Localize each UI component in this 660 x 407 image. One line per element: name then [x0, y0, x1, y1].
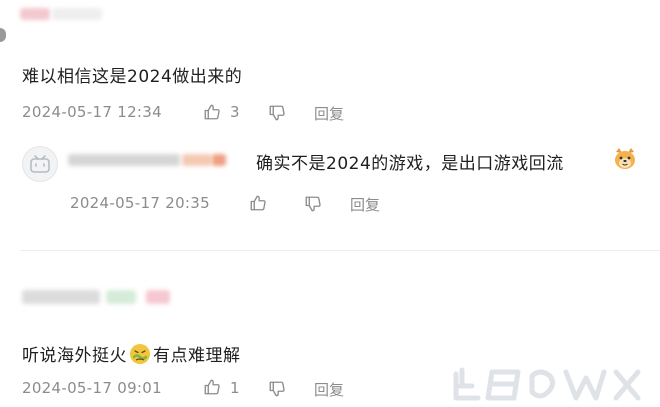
- like-count: 1: [230, 379, 240, 397]
- reply-avatar[interactable]: [22, 146, 58, 182]
- comment-timestamp: 2024-05-17 12:34: [22, 103, 162, 121]
- username-blurred: [146, 290, 170, 304]
- thumbs-up-icon[interactable]: [249, 194, 267, 212]
- thumbs-up-icon[interactable]: [203, 103, 221, 121]
- thumbs-down-icon[interactable]: [268, 380, 286, 398]
- username-blurred: [22, 290, 100, 304]
- reply-username-blurred: [68, 154, 180, 166]
- comment-text: 难以相信这是2024做出来的: [22, 67, 243, 87]
- thumbs-down-icon[interactable]: [268, 104, 286, 122]
- reply-timestamp: 2024-05-17 20:35: [70, 194, 210, 212]
- comment-text: 听说海外挺火 有点难理解: [22, 341, 241, 366]
- username-blurred: [20, 8, 50, 20]
- reply-username-blurred: [212, 154, 226, 166]
- divider: [20, 250, 660, 251]
- username-blurred: [106, 290, 136, 304]
- reply-button[interactable]: 回复: [314, 103, 344, 124]
- reply-button[interactable]: 回复: [314, 379, 344, 400]
- bilibili-tv-avatar: [30, 155, 50, 173]
- reply-button[interactable]: 回复: [350, 194, 380, 215]
- thumbs-down-icon[interactable]: [304, 195, 322, 213]
- sick-face-emoji: [129, 343, 151, 365]
- watermark-logo: [448, 364, 648, 404]
- avatar-partial: [0, 28, 6, 42]
- comment-timestamp: 2024-05-17 09:01: [22, 379, 162, 397]
- dog-face-emoji: [612, 146, 638, 172]
- reply-username-blurred: [182, 154, 212, 166]
- thumbs-up-icon[interactable]: [203, 378, 221, 396]
- reply-text: 确实不是2024的游戏，是出口游戏回流: [256, 154, 564, 174]
- comment-text-part: 有点难理解: [153, 346, 241, 366]
- comment-text-part: 听说海外挺火: [22, 346, 127, 366]
- like-count: 3: [230, 103, 240, 121]
- username-blurred: [52, 8, 102, 20]
